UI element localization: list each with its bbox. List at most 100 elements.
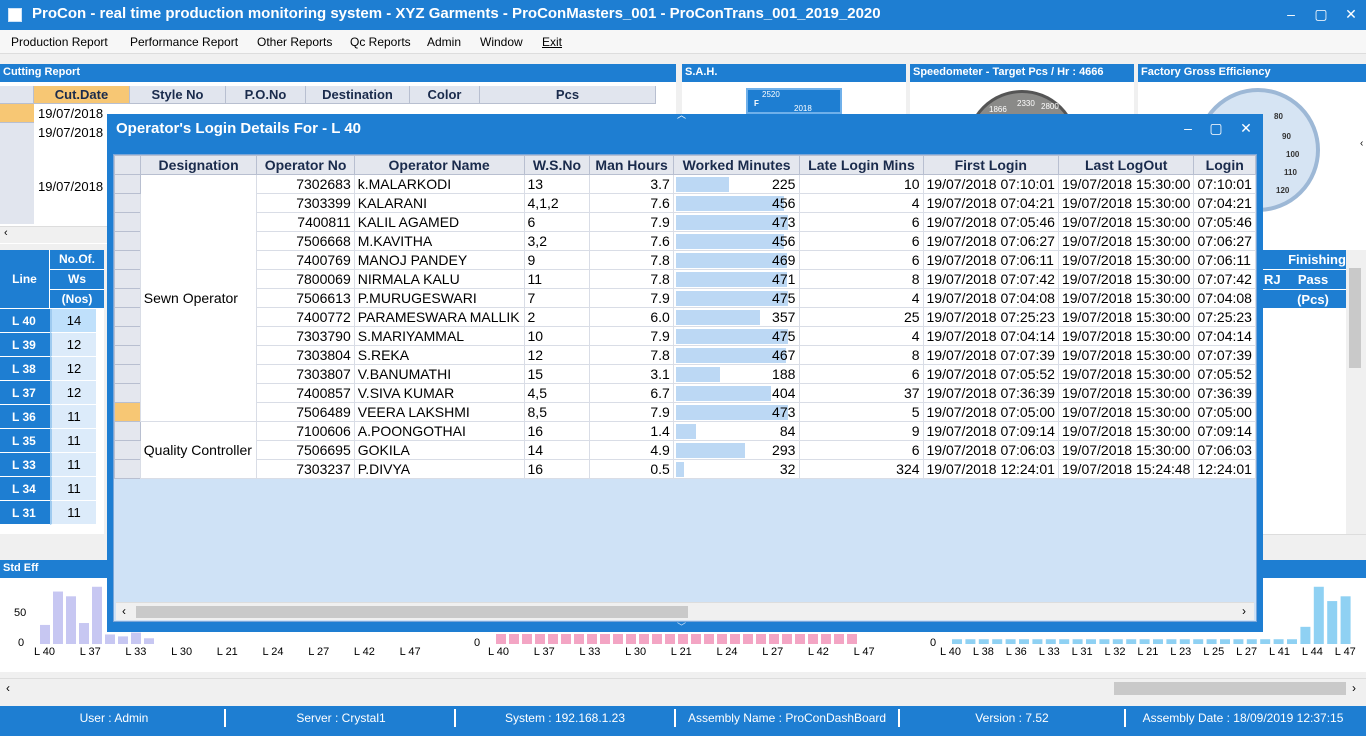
- dialog-bottom-grip[interactable]: ﹀: [677, 620, 686, 633]
- line-row[interactable]: L 36 11: [0, 405, 104, 429]
- col-operator-no[interactable]: Operator No: [256, 155, 355, 175]
- chart-bar: [1273, 639, 1284, 644]
- operator-name-cell: NIRMALA KALU: [353, 269, 525, 289]
- col-login[interactable]: Login: [1193, 155, 1256, 175]
- row-header[interactable]: [114, 345, 141, 365]
- col-po-no[interactable]: P.O.No: [226, 86, 306, 104]
- row-header[interactable]: [114, 326, 141, 346]
- col-color[interactable]: Color: [410, 86, 480, 104]
- operator-row[interactable]: Quality Controller 7100606 A.POONGOTHAI 16 1…: [114, 421, 1256, 479]
- col-cut-date[interactable]: Cut.Date: [34, 86, 130, 104]
- col-man-hours[interactable]: Man Hours: [589, 155, 674, 175]
- line-cell[interactable]: L 36: [0, 405, 50, 429]
- line-row[interactable]: L 39 12: [0, 333, 104, 357]
- row-header[interactable]: [114, 193, 141, 213]
- row-header[interactable]: [114, 231, 141, 251]
- col-late-login-mins[interactable]: Late Login Mins: [799, 155, 924, 175]
- line-row[interactable]: L 33 11: [0, 453, 104, 477]
- right-hscroll[interactable]: [1262, 534, 1366, 551]
- operator-row[interactable]: 7303399 KALARANI 4,1,2 7.6 456 4 19/07/2018 07…: [114, 193, 1256, 213]
- menu-performance-report[interactable]: Performance Report: [130, 35, 238, 49]
- col-pcs[interactable]: Pcs: [480, 86, 656, 104]
- row-header[interactable]: [114, 269, 141, 289]
- col-first-login[interactable]: First Login: [922, 155, 1059, 175]
- operator-row[interactable]: 7400769 MANOJ PANDEY 9 7.8 469 6 19/07/2018 07…: [114, 250, 1256, 270]
- line-row[interactable]: L 34 11: [0, 477, 104, 501]
- dialog-minimize-button[interactable]: ‒: [1177, 118, 1199, 138]
- dialog-close-button[interactable]: ✕: [1235, 118, 1257, 138]
- row-header[interactable]: [114, 421, 141, 441]
- col-operator-name[interactable]: Operator Name: [353, 155, 525, 175]
- operator-row[interactable]: Sewn Operator 7302683 k.MALARKODI 13 3.7 225 1…: [114, 174, 1256, 422]
- col-last-logout[interactable]: Last LogOut: [1057, 155, 1195, 175]
- col-designation[interactable]: Designation: [139, 155, 258, 175]
- row-header[interactable]: [114, 383, 141, 403]
- maximize-button[interactable]: ▢: [1310, 4, 1332, 24]
- col-destination[interactable]: Destination: [306, 86, 410, 104]
- close-button[interactable]: ✕: [1340, 4, 1362, 24]
- menu-admin[interactable]: Admin: [427, 35, 461, 49]
- line-cell[interactable]: L 39: [0, 333, 50, 357]
- main-hscroll[interactable]: ‹ ›: [0, 678, 1366, 698]
- menu-qc-reports[interactable]: Qc Reports: [350, 35, 411, 49]
- operator-row[interactable]: 7506613 P.MURUGESWARI 7 7.9 475 4 19/07/2018 0…: [114, 288, 1256, 308]
- line-row[interactable]: L 38 12: [0, 357, 104, 381]
- row-header[interactable]: [114, 440, 141, 460]
- col-style-no[interactable]: Style No: [130, 86, 226, 104]
- operator-row[interactable]: 7303804 S.REKA 12 7.8 467 8 19/07/2018 07:07:3…: [114, 345, 1256, 365]
- login-cell: 07:06:11: [1193, 250, 1256, 270]
- operator-row[interactable]: 7506695 GOKILA 14 4.9 293 6 19/07/2018 07:06:0…: [114, 440, 1256, 460]
- menu-window[interactable]: Window: [480, 35, 523, 49]
- right-vscroll[interactable]: [1346, 250, 1364, 534]
- line-row[interactable]: L 37 12: [0, 381, 104, 405]
- operator-row[interactable]: 7303807 V.BANUMATHI 15 3.1 188 6 19/07/2018 07…: [114, 364, 1256, 384]
- col-w-s-no[interactable]: W.S.No: [523, 155, 591, 175]
- row-header[interactable]: [114, 174, 141, 194]
- line-cell[interactable]: L 34: [0, 477, 50, 501]
- line-cell[interactable]: L 38: [0, 357, 50, 381]
- dialog-top-grip[interactable]: ︿: [677, 108, 686, 121]
- row-header[interactable]: [114, 364, 141, 384]
- operator-row[interactable]: 7506668 M.KAVITHA 3,2 7.6 456 6 19/07/2018 07:…: [114, 231, 1256, 251]
- speed-tick: 1866: [989, 105, 1007, 114]
- line-row[interactable]: L 40 14: [0, 309, 104, 333]
- row-header[interactable]: [114, 250, 141, 270]
- line-cell[interactable]: L 40: [0, 309, 50, 333]
- line-row[interactable]: L 35 11: [0, 429, 104, 453]
- dialog-maximize-button[interactable]: ▢: [1205, 118, 1227, 138]
- row-header[interactable]: [114, 402, 141, 422]
- ws-no-cell: 3,2: [523, 231, 591, 251]
- operator-row[interactable]: 7303790 S.MARIYAMMAL 10 7.9 475 4 19/07/2018 0…: [114, 326, 1256, 346]
- x-tick-label: L 33: [125, 646, 147, 658]
- login-cell: 07:09:14: [1193, 421, 1256, 441]
- operator-row[interactable]: 7800069 NIRMALA KALU 11 7.8 471 8 19/07/2018 0…: [114, 269, 1256, 289]
- line-cell[interactable]: L 35: [0, 429, 50, 453]
- line-cell[interactable]: L 37: [0, 381, 50, 405]
- operator-row[interactable]: 7400811 KALIL AGAMED 6 7.9 473 6 19/07/2018 07…: [114, 212, 1256, 232]
- operator-row[interactable]: 7303237 P.DIVYA 16 0.5 32 324 19/07/2018 12:24…: [114, 459, 1256, 479]
- ws-count-cell: 12: [50, 333, 96, 357]
- operator-row[interactable]: 7400772 PARAMESWARA MALLIK 2 6.0 357 25 19/07/…: [114, 307, 1256, 327]
- man-hours-cell: 7.8: [589, 250, 674, 270]
- menu-other-reports[interactable]: Other Reports: [257, 35, 332, 49]
- grid-corner[interactable]: [114, 155, 141, 175]
- row-header[interactable]: [114, 459, 141, 479]
- grid-hscroll[interactable]: ‹ ›: [116, 602, 1254, 620]
- row-header[interactable]: [114, 288, 141, 308]
- chart-bar: [1260, 639, 1271, 644]
- panel-scroll-arrow[interactable]: ‹: [1360, 138, 1363, 149]
- line-cell[interactable]: L 33: [0, 453, 50, 477]
- row-header[interactable]: [114, 307, 141, 327]
- row-header[interactable]: [114, 212, 141, 232]
- first-login-cell: 19/07/2018 07:10:01: [922, 174, 1059, 194]
- line-row[interactable]: L 31 11: [0, 501, 104, 525]
- line-cell[interactable]: L 31: [0, 501, 50, 525]
- operator-row[interactable]: 7506489 VEERA LAKSHMI 8,5 7.9 473 5 19/07/2018…: [114, 402, 1256, 422]
- col-worked-minutes[interactable]: Worked Minutes: [672, 155, 801, 175]
- menu-exit[interactable]: Exit: [542, 35, 562, 49]
- menu-production-report[interactable]: Production Report: [11, 35, 108, 49]
- minimize-button[interactable]: ‒: [1280, 4, 1302, 24]
- worked-minutes-value: 456: [772, 233, 796, 249]
- chart-bar: [1327, 601, 1338, 644]
- operator-row[interactable]: 7400857 V.SIVA KUMAR 4,5 6.7 404 37 19/07/2018…: [114, 383, 1256, 403]
